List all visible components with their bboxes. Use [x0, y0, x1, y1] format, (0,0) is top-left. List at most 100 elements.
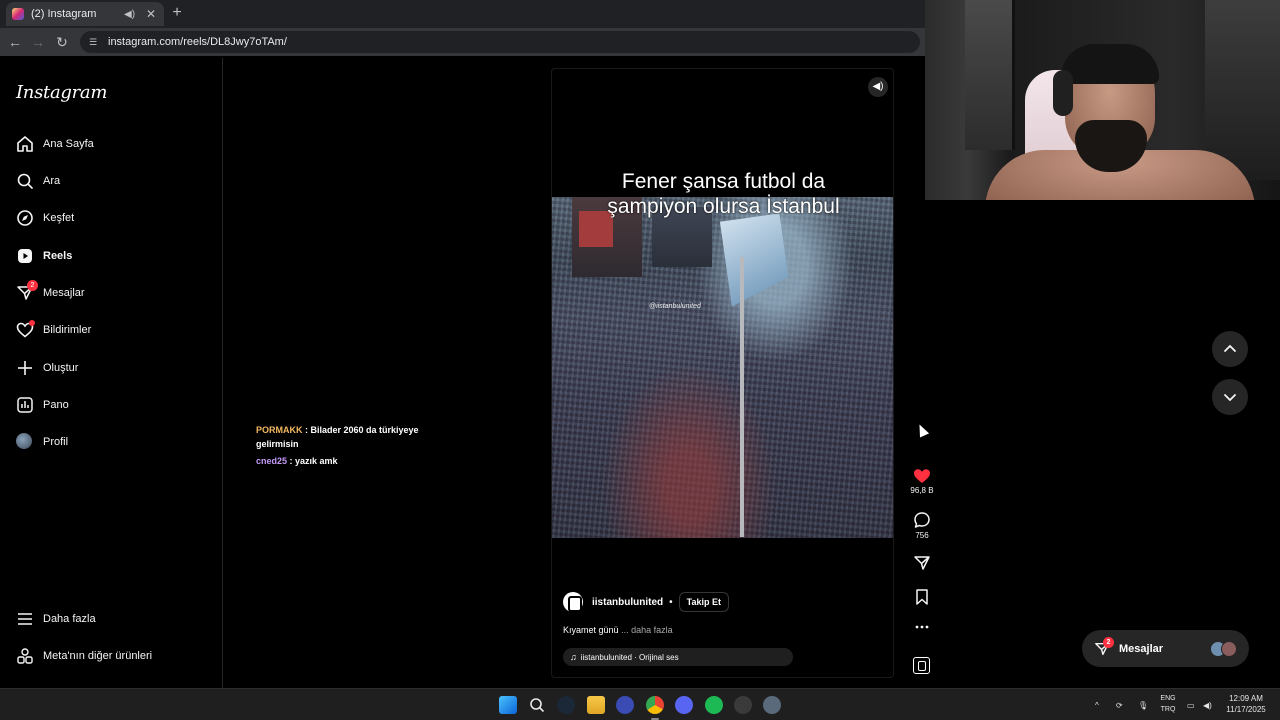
settings-icon[interactable]	[763, 696, 781, 714]
sidebar-item-profile[interactable]: Profil	[16, 431, 206, 453]
messages-badge: 2	[27, 280, 38, 291]
taskbar-clock[interactable]: 12:09 AM 11/17/2025	[1218, 693, 1274, 715]
messenger-icon: 2	[1094, 636, 1114, 657]
language-indicator[interactable]: ENG TRQ	[1156, 693, 1180, 715]
video-scene-pole	[740, 257, 744, 537]
chrome-icon[interactable]	[646, 696, 664, 714]
webcam-overlay	[925, 0, 1280, 200]
more-options-icon[interactable]	[902, 624, 942, 632]
headphone-icon	[1053, 70, 1073, 116]
stream-chat-overlay: PORMAKK : Bilader 2060 da türkiyeye geli…	[256, 423, 446, 468]
save-action[interactable]	[902, 588, 942, 608]
heart-filled-icon	[914, 469, 930, 483]
search-icon[interactable]	[528, 696, 546, 714]
sidebar-item-search[interactable]: Ara	[16, 170, 206, 192]
sidebar-item-notifications[interactable]: Bildirimler	[16, 319, 206, 341]
plus-icon	[16, 359, 34, 377]
messages-float-button[interactable]: 2 Mesajlar	[1082, 630, 1249, 667]
instagram-sidebar: Instagram Ana Sayfa Ara Keşfet Reels 2 M…	[0, 58, 223, 688]
video-caption-line: şampiyon olursa İstanbul	[607, 195, 840, 218]
tray-app-icon[interactable]: ⟳	[1116, 689, 1123, 720]
comment-icon	[914, 512, 930, 528]
network-icon[interactable]: ▭	[1187, 689, 1195, 720]
chat-message: PORMAKK : Bilader 2060 da türkiyeye geli…	[256, 425, 419, 449]
home-icon	[16, 135, 34, 153]
caption-more-link[interactable]: ... daha fazla	[621, 625, 673, 635]
sidebar-item-more[interactable]: Daha fazla	[16, 608, 206, 630]
heart-icon	[16, 320, 35, 339]
next-reel-button[interactable]	[1212, 379, 1248, 415]
chat-username: cned25	[256, 456, 288, 466]
new-tab-button[interactable]: +	[168, 4, 186, 22]
sidebar-item-label: Mesajlar	[43, 287, 85, 299]
previous-reel-button[interactable]	[1212, 331, 1248, 367]
sidebar-item-label: Pano	[43, 399, 69, 411]
browser-tab[interactable]: (2) Instagram ◀) ✕	[6, 2, 164, 26]
sidebar-item-label: Keşfet	[43, 212, 75, 224]
follow-button[interactable]: Takip Et	[678, 592, 729, 612]
sidebar-item-dashboard[interactable]: Pano	[16, 394, 206, 416]
app-icon[interactable]	[734, 696, 752, 714]
microphone-icon[interactable]: 🎙	[1138, 689, 1148, 720]
menu-icon	[16, 610, 34, 628]
site-info-icon[interactable]: ☰	[89, 37, 101, 48]
clock-time: 12:09 AM	[1229, 694, 1263, 703]
instagram-logo[interactable]: Instagram	[16, 82, 107, 103]
tray-expand-icon[interactable]: ^	[1095, 689, 1099, 720]
audio-attribution[interactable]: ♫ iistanbulunited · Orijinal ses	[563, 648, 793, 666]
url-text: instagram.com/reels/DL8Jwy7oTAm/	[108, 36, 287, 48]
sidebar-item-label: Ana Sayfa	[43, 138, 94, 150]
sidebar-item-home[interactable]: Ana Sayfa	[16, 133, 206, 155]
music-note-icon: ♫	[570, 652, 577, 662]
sidebar-item-label: Reels	[43, 250, 73, 262]
share-icon	[914, 556, 930, 570]
reload-icon[interactable]: ↻	[53, 33, 71, 51]
language-code: ENG	[1160, 695, 1176, 702]
reel-player[interactable]: ◀) @iistanbulunited Fener şansa futbol d…	[551, 68, 894, 678]
search-icon	[16, 172, 34, 190]
owner-avatar[interactable]	[563, 592, 583, 612]
sidebar-item-create[interactable]: Oluştur	[16, 357, 206, 379]
reels-icon	[16, 247, 34, 265]
spotify-icon[interactable]	[705, 696, 723, 714]
back-arrow-icon[interactable]: ←	[6, 33, 24, 51]
sidebar-item-messages[interactable]: 2 Mesajlar	[16, 280, 206, 304]
like-action[interactable]: 96,8 B	[902, 468, 942, 495]
instagram-favicon-icon	[12, 8, 24, 20]
share-action[interactable]	[902, 554, 942, 574]
sidebar-item-explore[interactable]: Keşfet	[16, 207, 206, 229]
volume-icon[interactable]: ◀)	[868, 77, 888, 97]
steam-icon[interactable]	[557, 696, 575, 714]
tab-close-icon[interactable]: ✕	[144, 7, 158, 21]
sidebar-item-label: Profil	[43, 436, 69, 448]
forward-arrow-icon[interactable]: →	[29, 33, 47, 51]
chevron-up-icon	[1224, 344, 1236, 352]
webcam-person	[1061, 44, 1159, 84]
sidebar-item-meta-products[interactable]: Meta'nın diğer ürünleri	[16, 645, 206, 667]
audio-thumbnail[interactable]	[913, 657, 930, 674]
sidebar-item-reels[interactable]: Reels	[16, 245, 206, 267]
mouse-cursor-icon	[914, 422, 930, 438]
avatar	[16, 433, 34, 451]
tab-audio-icon[interactable]: ◀)	[124, 9, 138, 20]
sidebar-item-label: Meta'nın diğer ürünleri	[43, 650, 153, 662]
discord-icon[interactable]	[675, 696, 693, 714]
clock-date: 11/17/2025	[1226, 705, 1266, 714]
volume-icon[interactable]: ◀)	[1203, 689, 1212, 720]
dashboard-icon	[16, 396, 34, 414]
file-explorer-icon[interactable]	[587, 696, 605, 714]
compass-icon	[16, 209, 34, 227]
start-icon[interactable]	[499, 696, 517, 714]
owner-username[interactable]: iistanbulunited	[592, 597, 663, 608]
video-caption-overlay: Fener şansa futbol da şampiyon olursa İs…	[552, 169, 893, 219]
reel-video[interactable]: @iistanbulunited	[552, 197, 893, 538]
video-watermark: @iistanbulunited	[649, 303, 701, 310]
bookmark-icon	[916, 589, 928, 605]
meta-products-icon	[16, 647, 34, 665]
sidebar-item-label: Ara	[43, 175, 61, 187]
app-icon[interactable]	[616, 696, 634, 714]
comment-action[interactable]: 756	[902, 511, 942, 540]
recent-chats-avatars	[1210, 640, 1237, 657]
tab-title: (2) Instagram	[31, 8, 97, 20]
address-bar[interactable]: ☰ instagram.com/reels/DL8Jwy7oTAm/	[80, 31, 920, 53]
